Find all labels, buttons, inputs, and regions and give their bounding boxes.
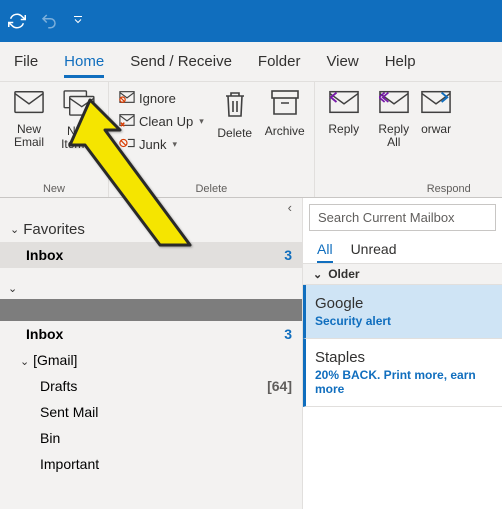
archive-button[interactable]: Archive: [262, 86, 308, 181]
reply-all-button[interactable]: Reply All: [371, 86, 417, 181]
filter-all[interactable]: All: [317, 241, 333, 263]
reply-icon: [329, 90, 359, 119]
undo-icon[interactable]: [40, 12, 58, 30]
nav-gmail[interactable]: ⌄ [Gmail]: [0, 347, 302, 373]
group-older[interactable]: ⌄Older: [303, 263, 502, 285]
favorites-header[interactable]: ⌄Favorites: [0, 217, 302, 242]
ribbon-tabs: File Home Send / Receive Folder View Hel…: [0, 42, 502, 82]
envelope-icon: [14, 90, 44, 119]
title-bar: [0, 0, 502, 42]
account-header[interactable]: ⌄: [0, 278, 302, 299]
message-subject: Security alert: [315, 314, 490, 328]
junk-button[interactable]: Junk▾: [115, 134, 208, 155]
new-email-button[interactable]: New Email: [6, 86, 52, 181]
refresh-icon[interactable]: [8, 12, 26, 30]
tab-home[interactable]: Home: [64, 45, 104, 78]
junk-icon: [119, 136, 135, 153]
nav-account-bar[interactable]: [0, 299, 302, 321]
ribbon: New Email New Items▾ New Ignore Clean Up…: [0, 82, 502, 198]
trash-icon: [223, 90, 247, 123]
filter-unread[interactable]: Unread: [351, 241, 397, 263]
message-item[interactable]: Staples 20% BACK. Print more, earn more: [303, 339, 502, 407]
message-list: Search Current Mailbox All Unread ⌄Older…: [302, 198, 502, 509]
nav-inbox-fav[interactable]: Inbox3: [0, 242, 302, 268]
main-area: ‹ ⌄Favorites Inbox3 ⌄ Inbox3 ⌄ [Gmail] D…: [0, 198, 502, 509]
reply-button[interactable]: Reply: [321, 86, 367, 181]
tab-folder[interactable]: Folder: [258, 45, 301, 78]
ribbon-group-delete: Ignore Clean Up▾ Junk▾ Delete Archive: [109, 82, 315, 197]
tab-help[interactable]: Help: [385, 45, 416, 78]
cleanup-icon: [119, 113, 135, 130]
delete-button[interactable]: Delete: [212, 86, 258, 181]
nav-sent-mail[interactable]: Sent Mail: [0, 399, 302, 425]
ribbon-group-respond: Reply Reply All Forward Respond: [315, 82, 457, 197]
ignore-button[interactable]: Ignore: [115, 88, 208, 109]
tab-send-receive[interactable]: Send / Receive: [130, 45, 232, 78]
customize-qat-icon[interactable]: [72, 15, 84, 27]
nav-bin[interactable]: Bin: [0, 425, 302, 451]
tab-file[interactable]: File: [14, 45, 38, 78]
folder-pane: ‹ ⌄Favorites Inbox3 ⌄ Inbox3 ⌄ [Gmail] D…: [0, 198, 302, 509]
nav-important[interactable]: Important: [0, 451, 302, 477]
message-subject: 20% BACK. Print more, earn more: [315, 368, 490, 396]
ignore-icon: [119, 90, 135, 107]
archive-icon: [271, 90, 299, 121]
search-input[interactable]: Search Current Mailbox: [309, 204, 496, 231]
collapse-nav-icon[interactable]: ‹: [0, 198, 302, 217]
group-label-new: New: [43, 183, 65, 195]
envelope-stack-icon: [63, 90, 95, 121]
nav-drafts[interactable]: Drafts[64]: [0, 373, 302, 399]
new-items-button[interactable]: New Items▾: [56, 86, 102, 181]
forward-icon: [421, 90, 451, 119]
nav-inbox[interactable]: Inbox3: [0, 321, 302, 347]
forward-button[interactable]: Forward: [421, 86, 451, 181]
message-item[interactable]: Google Security alert: [303, 285, 502, 339]
cleanup-button[interactable]: Clean Up▾: [115, 111, 208, 132]
group-label-delete: Delete: [195, 183, 227, 195]
group-label-respond: Respond: [427, 183, 471, 195]
message-from: Staples: [315, 349, 490, 366]
reply-all-icon: [379, 90, 409, 119]
tab-view[interactable]: View: [326, 45, 358, 78]
message-from: Google: [315, 295, 490, 312]
filter-bar: All Unread: [303, 235, 502, 263]
ribbon-group-new: New Email New Items▾ New: [0, 82, 109, 197]
